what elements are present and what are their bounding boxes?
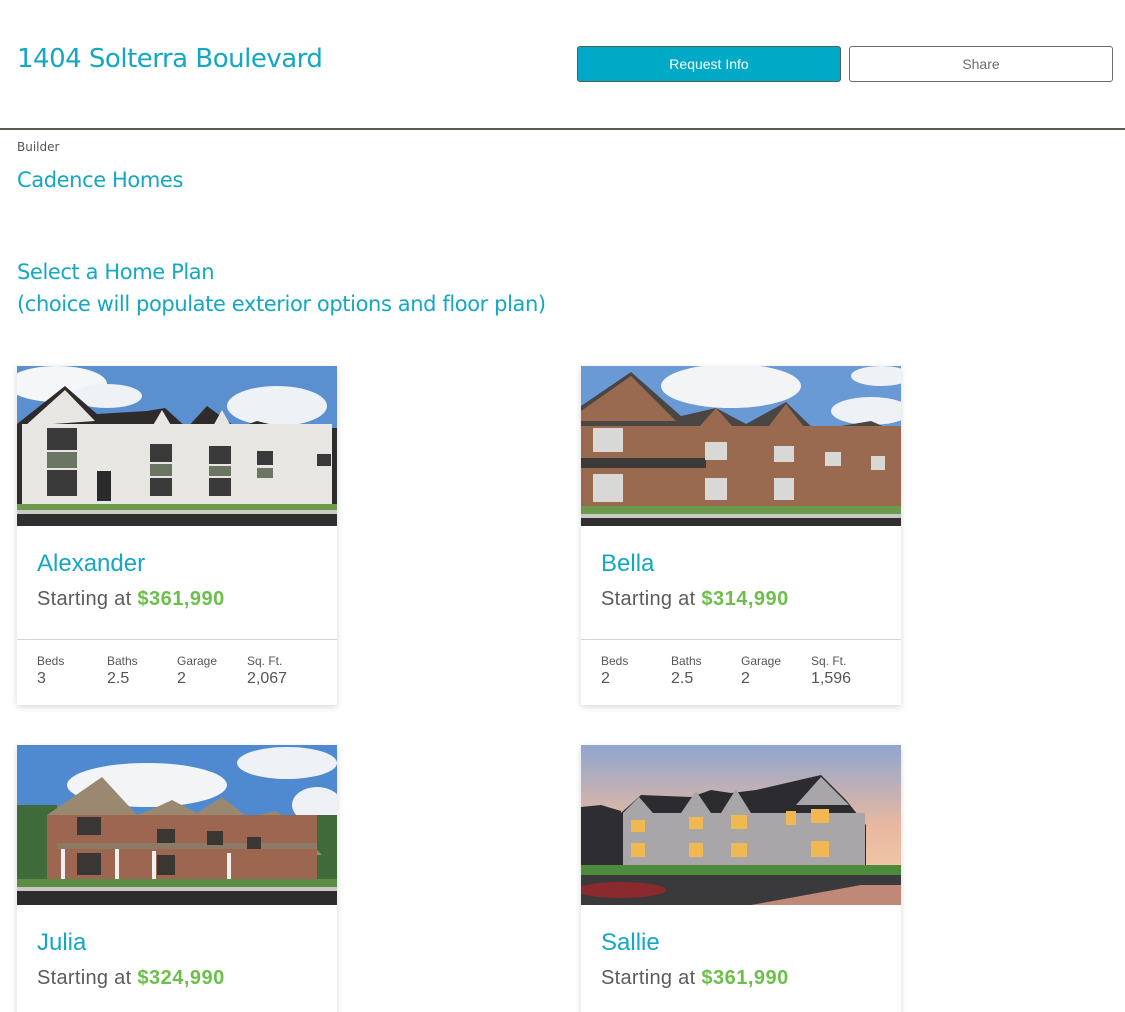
spec-garage: Garage 2 xyxy=(741,654,811,705)
spec-garage: Garage 2 xyxy=(177,654,247,705)
spec-label: Baths xyxy=(107,654,138,668)
plan-photo[interactable] xyxy=(581,366,901,526)
spec-label: Beds xyxy=(37,654,65,668)
spec-label: Garage xyxy=(741,654,782,668)
plan-price-line: Starting at $361,990 xyxy=(601,967,881,990)
page-title: 1404 Solterra Boulevard xyxy=(17,44,323,74)
plan-card-body: Alexander Starting at $361,990 xyxy=(17,526,337,640)
plan-card-bella[interactable]: Bella Starting at $314,990 Beds 2 Baths 2.… xyxy=(581,366,901,705)
plan-card-sallie[interactable]: Sallie Starting at $361,990 xyxy=(581,745,901,1012)
spec-value: 2 xyxy=(177,670,186,687)
builder-name[interactable]: Cadence Homes xyxy=(17,168,183,192)
plan-price: $361,990 xyxy=(701,967,789,989)
spec-value: 2 xyxy=(601,670,610,687)
white-brick-townhomes-photo xyxy=(17,366,337,526)
plan-name[interactable]: Bella xyxy=(601,550,881,578)
plan-card-alexander[interactable]: Alexander Starting at $361,990 Beds 3 Bat… xyxy=(17,366,337,705)
spec-sqft: Sq. Ft. 1,596 xyxy=(811,654,881,705)
spec-value: 2 xyxy=(741,670,750,687)
spec-value: 3 xyxy=(37,670,46,687)
plan-price-line: Starting at $314,990 xyxy=(601,588,881,611)
plans-title-line2: (choice will populate exterior options a… xyxy=(17,292,546,316)
plan-price: $324,990 xyxy=(137,967,225,989)
spec-beds: Beds 2 xyxy=(601,654,671,705)
spec-value: 2,067 xyxy=(247,670,288,687)
spec-label: Garage xyxy=(177,654,218,668)
plans-section-title: Select a Home Plan (choice will populate… xyxy=(17,256,546,320)
spec-value: 2.5 xyxy=(107,670,130,687)
plan-price: $314,990 xyxy=(701,588,789,610)
stone-townhomes-at-dusk-photo xyxy=(581,745,901,905)
share-button[interactable]: Share xyxy=(849,46,1113,82)
plan-name[interactable]: Sallie xyxy=(601,929,881,957)
plan-price-line: Starting at $324,990 xyxy=(37,967,317,990)
starting-at-label: Starting at xyxy=(37,588,132,610)
plan-card-body: Julia Starting at $324,990 xyxy=(17,905,337,1012)
plan-price-line: Starting at $361,990 xyxy=(37,588,317,611)
red-brick-townhomes-photo xyxy=(581,366,901,526)
spec-baths: Baths 2.5 xyxy=(671,654,741,705)
plan-price: $361,990 xyxy=(137,588,225,610)
request-info-button[interactable]: Request Info xyxy=(577,46,841,82)
spec-label: Sq. Ft. xyxy=(811,654,847,668)
starting-at-label: Starting at xyxy=(37,967,132,989)
plan-photo[interactable] xyxy=(17,366,337,526)
starting-at-label: Starting at xyxy=(601,967,696,989)
plan-photo[interactable] xyxy=(17,745,337,905)
plan-card-body: Sallie Starting at $361,990 xyxy=(581,905,901,1012)
spec-value: 2.5 xyxy=(671,670,694,687)
spec-label: Beds xyxy=(601,654,629,668)
plan-photo[interactable] xyxy=(581,745,901,905)
plans-title-line1: Select a Home Plan xyxy=(17,260,215,284)
plan-specs: Beds 2 Baths 2.5 Garage 2 Sq. Ft. 1,596 xyxy=(581,640,901,705)
spec-label: Baths xyxy=(671,654,702,668)
plan-card-body: Bella Starting at $314,990 xyxy=(581,526,901,640)
brick-townhomes-with-porches-photo xyxy=(17,745,337,905)
plan-specs: Beds 3 Baths 2.5 Garage 2 Sq. Ft. 2,067 xyxy=(17,640,337,705)
spec-baths: Baths 2.5 xyxy=(107,654,177,705)
spec-sqft: Sq. Ft. 2,067 xyxy=(247,654,317,705)
plan-name[interactable]: Julia xyxy=(37,929,317,957)
spec-label: Sq. Ft. xyxy=(247,654,283,668)
plan-card-julia[interactable]: Julia Starting at $324,990 xyxy=(17,745,337,1012)
builder-label: Builder xyxy=(17,140,60,154)
plan-name[interactable]: Alexander xyxy=(37,550,317,578)
spec-beds: Beds 3 xyxy=(37,654,107,705)
page-header: 1404 Solterra Boulevard Request Info Sha… xyxy=(0,0,1125,130)
starting-at-label: Starting at xyxy=(601,588,696,610)
spec-value: 1,596 xyxy=(811,670,852,687)
